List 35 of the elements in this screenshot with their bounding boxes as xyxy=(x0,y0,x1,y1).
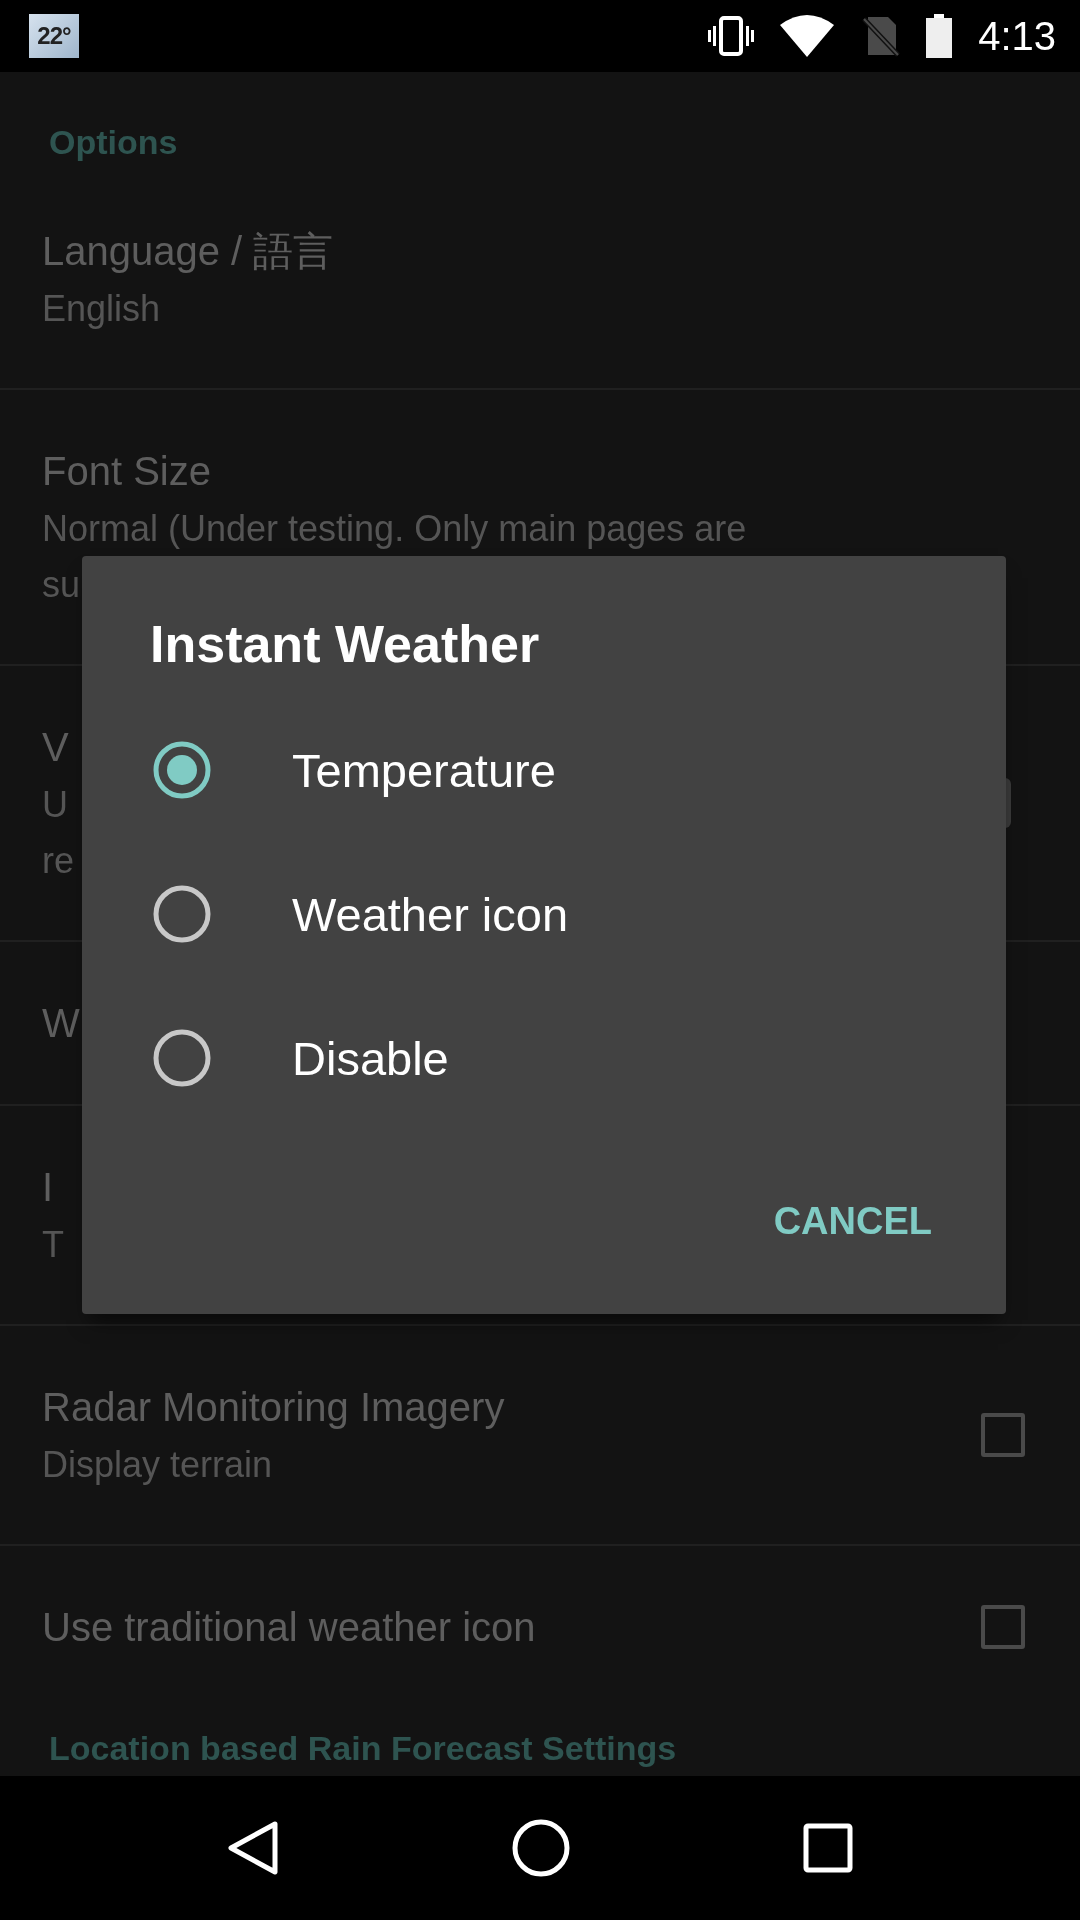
radio-option[interactable]: Weather icon xyxy=(82,842,1006,986)
radio-option[interactable]: Temperature xyxy=(82,698,1006,842)
setting-summary: T xyxy=(42,1223,64,1267)
setting-title: Font Size xyxy=(42,448,211,495)
section-header: Options xyxy=(48,122,179,163)
dialog-title: Instant Weather xyxy=(149,614,541,675)
setting-title: V xyxy=(42,724,69,771)
clock-time: 4:13 xyxy=(978,13,1056,59)
recents-icon[interactable] xyxy=(803,1823,854,1873)
setting-title: Use traditional weather icon xyxy=(42,1604,536,1651)
setting-summary: re xyxy=(42,839,74,883)
setting-title: I xyxy=(42,1164,54,1211)
setting-title: Radar Monitoring Imagery xyxy=(42,1384,505,1431)
no-sim-icon xyxy=(860,15,901,57)
section-header: Location based Rain Forecast Settings xyxy=(48,1728,678,1768)
temperature-notification-icon: 22° xyxy=(29,14,79,58)
cancel-button[interactable]: CANCEL xyxy=(749,1180,956,1263)
home-icon[interactable] xyxy=(512,1819,570,1877)
back-icon[interactable] xyxy=(226,1820,279,1876)
checkbox[interactable] xyxy=(981,1413,1025,1457)
setting-summary: U xyxy=(42,783,68,827)
setting-summary: Display terrain xyxy=(42,1443,273,1487)
checkbox[interactable] xyxy=(981,1605,1025,1649)
setting-title: Language / 語言 xyxy=(42,228,334,275)
setting-summary: English xyxy=(42,287,161,331)
setting-title: W xyxy=(42,1000,80,1047)
setting-summary: su xyxy=(42,563,81,607)
radio-button[interactable] xyxy=(152,740,212,800)
radio-button[interactable] xyxy=(152,1028,212,1088)
radio-option[interactable]: Disable xyxy=(82,986,1006,1130)
radio-button[interactable] xyxy=(152,884,212,944)
vibrate-icon xyxy=(708,16,755,56)
wifi-icon xyxy=(780,15,835,57)
setting-summary: Normal (Under testing. Only main pages are xyxy=(42,507,747,551)
battery-icon xyxy=(926,14,953,58)
